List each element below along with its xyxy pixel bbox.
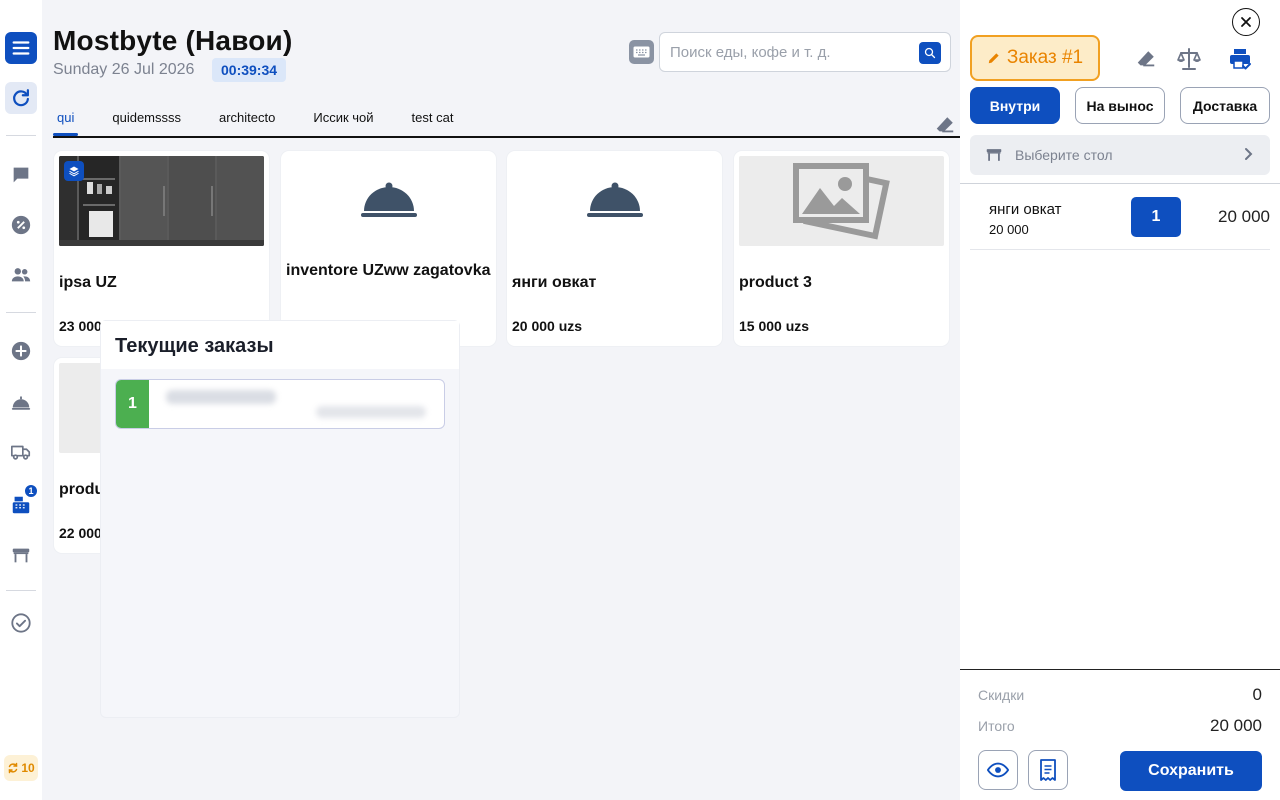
mode-dine-in-button[interactable]: Внутри <box>970 87 1060 124</box>
keyboard-icon[interactable] <box>629 40 654 64</box>
scale-icon[interactable] <box>1176 46 1202 72</box>
total-value: 20 000 <box>1210 716 1262 735</box>
page-title: Mostbyte (Навои) <box>53 25 293 56</box>
product-price: 22 000 <box>59 525 102 541</box>
tab-test-cat[interactable]: test cat <box>408 100 458 136</box>
sync-icon <box>9 762 18 774</box>
printer-icon[interactable] <box>1227 46 1253 72</box>
product-price: 23 000 <box>59 318 102 334</box>
refresh-icon[interactable] <box>5 82 37 114</box>
pencil-icon <box>988 53 999 64</box>
chevron-right-icon <box>1245 148 1253 160</box>
left-rail: 1 10 <box>0 0 42 800</box>
footer-divider <box>960 669 1280 670</box>
rail-divider <box>6 590 36 591</box>
order-item-unit-price: 20 000 <box>989 222 1029 237</box>
mode-delivery-button[interactable]: Доставка <box>1180 87 1270 124</box>
order-number: 1 <box>116 380 149 428</box>
current-orders-popup: Текущие заказы 1 <box>100 320 460 718</box>
table-selector[interactable]: Выберите стол <box>970 135 1270 175</box>
close-icon[interactable] <box>1232 8 1260 36</box>
discount-value: 0 <box>1252 685 1262 704</box>
chat-icon[interactable] <box>5 159 37 191</box>
receipt-button[interactable] <box>1028 750 1068 790</box>
preview-button[interactable] <box>978 750 1018 790</box>
order-title-button[interactable]: Заказ #1 <box>970 35 1100 81</box>
tab-architecto[interactable]: architecto <box>215 100 279 136</box>
product-name: inventore UZww zagatovka <box>286 262 491 279</box>
search-icon <box>924 47 936 59</box>
current-date: Sunday 26 Jul 2026 <box>53 61 195 78</box>
mode-takeaway-button[interactable]: На вынос <box>1075 87 1165 124</box>
blurred-content <box>166 390 276 404</box>
search-input[interactable] <box>660 33 910 71</box>
receipt-icon <box>1040 759 1056 781</box>
product-card[interactable]: янги овкат 20 000 uzs <box>507 151 722 346</box>
product-price: 20 000 uzs <box>512 318 583 334</box>
eraser-icon[interactable] <box>934 114 956 141</box>
order-item-qty[interactable]: 1 <box>1131 197 1181 237</box>
customers-icon[interactable] <box>5 259 37 291</box>
panel-divider <box>960 183 1280 184</box>
product-photo <box>59 156 264 246</box>
product-name: ipsa UZ <box>59 274 117 291</box>
save-button[interactable]: Сохранить <box>1120 751 1262 791</box>
menu-icon[interactable] <box>5 32 37 64</box>
discount-label: Скидки <box>978 687 1025 703</box>
search-box <box>659 32 951 72</box>
product-card[interactable]: product 3 15 000 uzs <box>734 151 949 346</box>
delivery-truck-icon[interactable] <box>5 436 37 468</box>
product-name: янги овкат <box>512 274 597 291</box>
cloche-icon <box>512 156 717 246</box>
check-circle-icon[interactable] <box>5 607 37 639</box>
tabs-divider <box>53 136 960 138</box>
product-name: product 3 <box>739 274 812 291</box>
eraser-icon[interactable] <box>1133 46 1159 72</box>
order-item-total: 20 000 <box>1218 207 1270 226</box>
blurred-content <box>316 406 426 418</box>
sync-count: 10 <box>21 761 35 775</box>
product-card[interactable]: ipsa UZ 23 000 <box>54 151 269 346</box>
rail-divider <box>6 135 36 136</box>
rail-divider <box>6 312 36 313</box>
discount-icon[interactable] <box>5 209 37 241</box>
tab-quidemssss[interactable]: quidemssss <box>108 100 185 136</box>
notification-badge: 1 <box>24 484 38 498</box>
add-icon[interactable] <box>5 335 37 367</box>
cloche-icon <box>286 156 491 246</box>
category-tabs: qui quidemssss architecto Иссик чой test… <box>53 100 487 136</box>
popup-title: Текущие заказы <box>101 321 459 369</box>
product-price: 15 000 uzs <box>739 318 810 334</box>
order-label: Заказ #1 <box>1006 47 1084 68</box>
tab-issik-choy[interactable]: Иссик чой <box>309 100 377 136</box>
item-divider <box>970 249 1270 250</box>
session-timer: 00:39:34 <box>212 58 287 82</box>
tab-qui[interactable]: qui <box>53 100 79 136</box>
order-item-name: янги овкат <box>989 201 1062 218</box>
layers-icon <box>64 161 84 181</box>
cash-register-icon[interactable]: 1 <box>5 484 38 521</box>
current-order-row[interactable]: 1 <box>115 379 445 429</box>
tables-icon[interactable] <box>5 539 37 571</box>
table-icon <box>986 149 1002 161</box>
total-label: Итого <box>978 718 1015 734</box>
product-card[interactable]: inventore UZww zagatovka <box>281 151 496 346</box>
image-placeholder-icon <box>739 156 944 246</box>
eye-icon <box>987 762 1009 778</box>
search-button[interactable] <box>919 42 941 64</box>
table-placeholder: Выберите стол <box>1015 147 1113 163</box>
cloche-icon[interactable] <box>5 386 37 418</box>
sync-status[interactable]: 10 <box>4 755 38 781</box>
